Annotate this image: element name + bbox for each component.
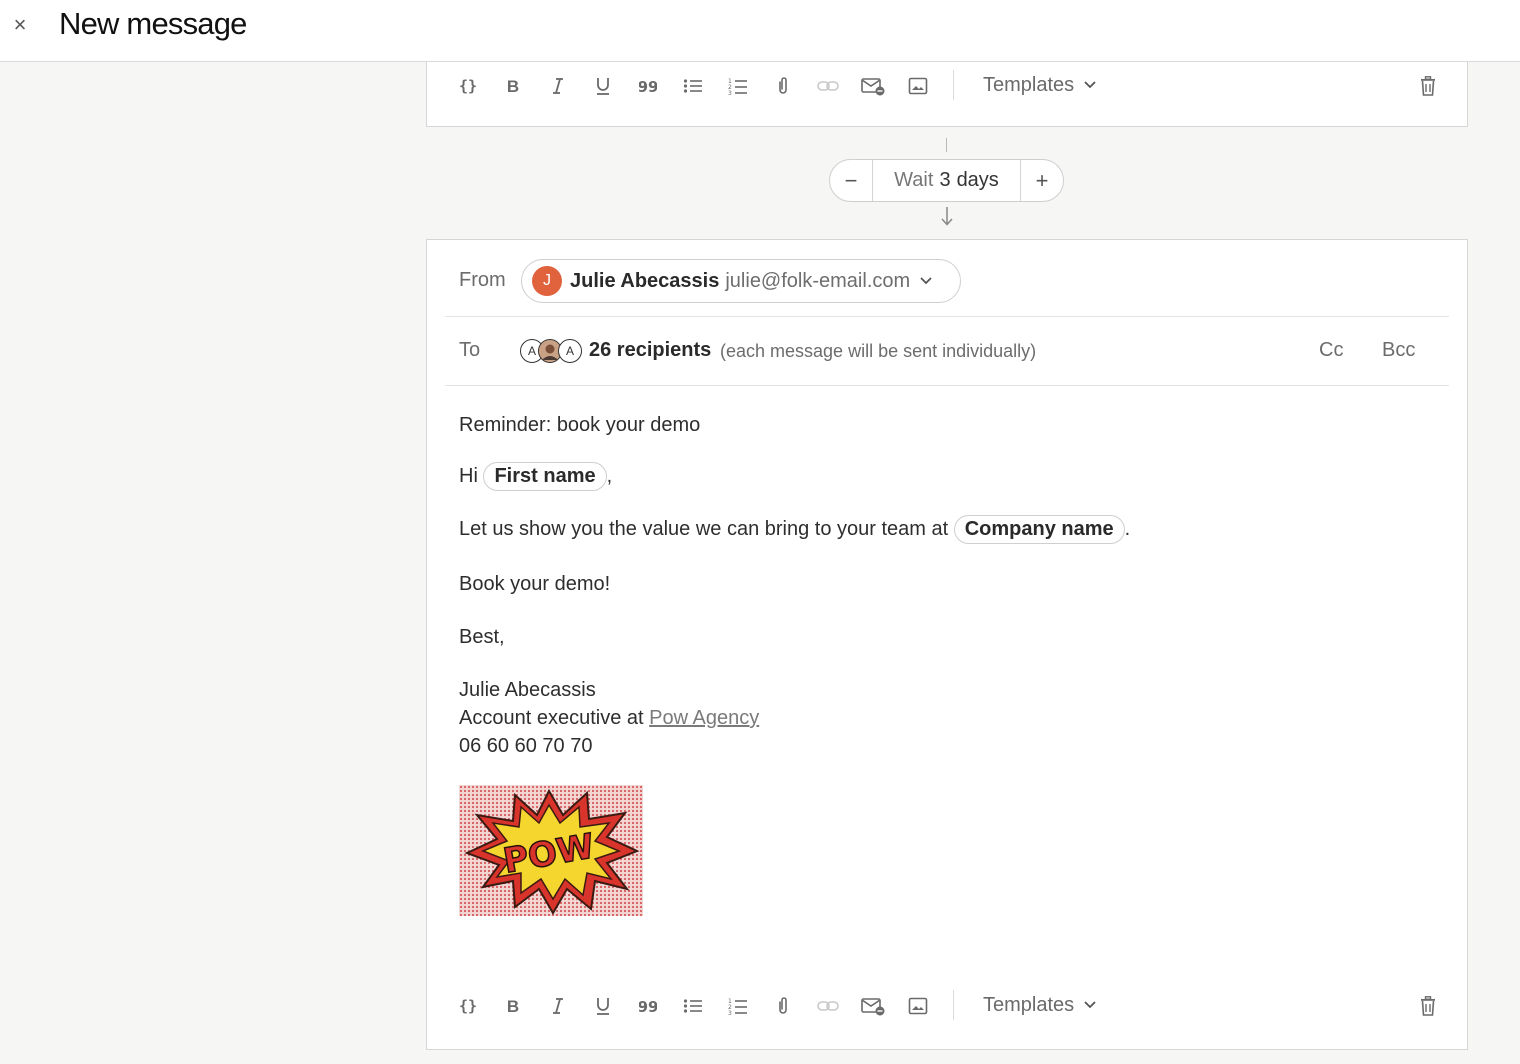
quote-icon[interactable]: 99: [633, 993, 663, 1019]
recipient-avatars[interactable]: A A: [520, 339, 584, 365]
italic-icon[interactable]: [543, 993, 573, 1019]
attachment-icon[interactable]: [768, 73, 798, 99]
numbered-list-icon[interactable]: 123: [723, 73, 753, 99]
sender-name: Julie Abecassis: [570, 269, 720, 292]
divider: [445, 385, 1449, 386]
attachment-icon[interactable]: [768, 993, 798, 1019]
svg-text:99: 99: [639, 998, 657, 1014]
underline-icon[interactable]: [588, 993, 618, 1019]
sender-avatar: J: [532, 266, 562, 296]
templates-label: Templates: [983, 73, 1075, 96]
greeting-suffix: ,: [606, 464, 613, 487]
recipients-count[interactable]: 26 recipients: [589, 339, 711, 362]
message-card: From J Julie Abecassis julie@folk-email.…: [426, 239, 1468, 1050]
signature-phone[interactable]: 06 60 60 70 70: [459, 735, 592, 758]
image-icon[interactable]: [903, 73, 933, 99]
page-title: New message: [59, 6, 247, 41]
value-line-text: Let us show you the value we can bring t…: [459, 517, 949, 540]
first-name-variable[interactable]: First name: [483, 462, 607, 491]
recipient-avatar: A: [558, 339, 582, 363]
bold-icon[interactable]: B: [498, 993, 528, 1019]
subject-line[interactable]: Reminder: book your demo: [459, 414, 700, 437]
bold-icon[interactable]: B: [498, 73, 528, 99]
greeting-prefix: Hi: [459, 464, 478, 487]
bulleted-list-icon[interactable]: [678, 73, 708, 99]
close-icon[interactable]: ×: [9, 13, 31, 37]
chevron-down-icon: [1084, 1001, 1096, 1009]
link-icon[interactable]: [813, 993, 843, 1019]
svg-text:3: 3: [728, 1010, 732, 1015]
svg-text:B: B: [507, 997, 519, 1015]
svg-text:{}: {}: [459, 997, 477, 1015]
toolbar-separator: [953, 70, 954, 100]
templates-dropdown[interactable]: Templates: [983, 991, 1096, 1019]
previous-message-card: {} B 99 123 Templates: [426, 62, 1468, 127]
quote-icon[interactable]: 99: [633, 73, 663, 99]
svg-text:99: 99: [639, 78, 657, 94]
underline-icon[interactable]: [588, 73, 618, 99]
wait-delay-control: − Wait 3 days +: [829, 159, 1064, 202]
templates-dropdown[interactable]: Templates: [983, 71, 1096, 99]
variables-icon[interactable]: {}: [453, 73, 483, 99]
wait-number: 3: [939, 169, 951, 191]
connector-line: [946, 138, 947, 152]
svg-text:{}: {}: [459, 77, 477, 95]
decrease-wait-button[interactable]: −: [830, 160, 872, 201]
cta-line[interactable]: Book your demo!: [459, 573, 610, 596]
pow-signature-image[interactable]: POW: [459, 785, 643, 916]
svg-text:B: B: [507, 77, 519, 95]
wait-unit: days: [956, 169, 999, 191]
arrow-down-icon: [938, 205, 956, 227]
sender-email: julie@folk-email.com: [725, 269, 911, 292]
toolbar-top: {} B 99 123 Templates: [427, 62, 1467, 112]
chevron-down-icon: [1084, 81, 1096, 89]
trash-icon[interactable]: [1413, 73, 1443, 99]
increase-wait-button[interactable]: +: [1021, 160, 1063, 201]
bulleted-list-icon[interactable]: [678, 993, 708, 1019]
toolbar-bottom: {} B 99 123 Templates: [427, 982, 1467, 1032]
numbered-list-icon[interactable]: 123: [723, 993, 753, 1019]
chevron-down-icon: [920, 277, 932, 285]
company-link[interactable]: Pow Agency: [649, 707, 759, 729]
closing-line[interactable]: Best,: [459, 626, 505, 649]
wait-duration: Wait 3 days: [872, 160, 1021, 201]
cc-button[interactable]: Cc: [1319, 339, 1343, 362]
signature-role[interactable]: Account executive at Pow Agency: [459, 707, 759, 730]
link-icon[interactable]: [813, 73, 843, 99]
recipients-note: (each message will be sent individually): [720, 341, 1037, 361]
image-icon[interactable]: [903, 993, 933, 1019]
wait-prefix: Wait: [894, 169, 934, 191]
italic-icon[interactable]: [543, 73, 573, 99]
variables-icon[interactable]: {}: [453, 993, 483, 1019]
signature-role-text: Account executive at: [459, 707, 644, 729]
header: × New message: [0, 0, 1520, 62]
company-name-variable[interactable]: Company name: [953, 515, 1125, 544]
value-line-suffix: .: [1124, 517, 1131, 540]
divider: [445, 316, 1449, 317]
signature-icon[interactable]: [858, 993, 888, 1019]
sender-select[interactable]: J Julie Abecassis julie@folk-email.com: [521, 259, 961, 303]
svg-text:3: 3: [728, 90, 732, 95]
value-line[interactable]: Let us show you the value we can bring t…: [459, 515, 1130, 544]
signature-name[interactable]: Julie Abecassis: [459, 679, 596, 702]
trash-icon[interactable]: [1413, 993, 1443, 1019]
signature-icon[interactable]: [858, 73, 888, 99]
to-label: To: [459, 339, 481, 361]
greeting-line[interactable]: Hi First name,: [459, 462, 612, 491]
templates-label: Templates: [983, 993, 1075, 1016]
from-label: From: [459, 269, 506, 291]
bcc-button[interactable]: Bcc: [1382, 339, 1415, 362]
toolbar-separator: [953, 990, 954, 1020]
